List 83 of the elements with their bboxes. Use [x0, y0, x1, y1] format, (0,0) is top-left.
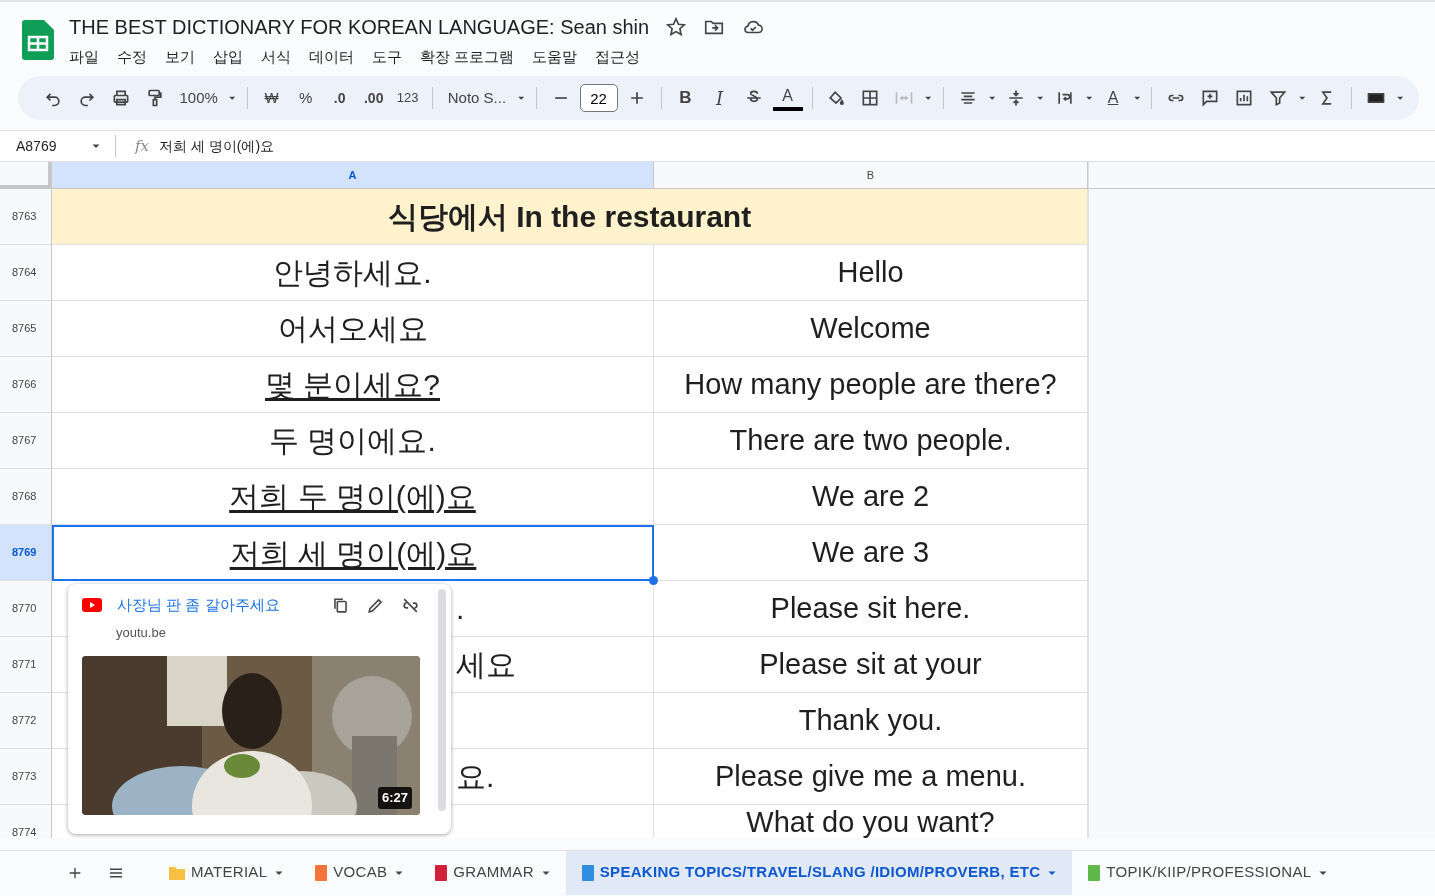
menu-item[interactable]: 삽입 — [204, 44, 252, 71]
menu-item[interactable]: 서식 — [252, 44, 300, 71]
filter-icon[interactable] — [1268, 88, 1289, 108]
paint-format-icon[interactable] — [145, 88, 165, 108]
formula-field[interactable]: 저희 세 명이(에)요 — [159, 135, 275, 157]
column-header[interactable]: B — [654, 162, 1088, 189]
row-header[interactable]: 8770 — [0, 581, 52, 637]
video-play-icon — [82, 598, 102, 613]
sheet-tab[interactable]: VOCAB — [299, 850, 420, 895]
table-cell: How many people are there? — [684, 369, 1057, 399]
menu-item[interactable]: 파일 — [69, 44, 108, 71]
fill-handle[interactable] — [649, 576, 658, 585]
row-header[interactable]: 8772 — [0, 693, 52, 749]
scrollbar-thumb[interactable] — [438, 589, 446, 811]
decrease-decimal-button[interactable]: .0 — [324, 83, 355, 113]
table-cell: Please sit here. — [770, 593, 971, 623]
text-color-button[interactable]: A — [772, 85, 803, 111]
menu-item[interactable]: 데이터 — [300, 44, 363, 71]
document-title[interactable]: THE BEST DICTIONARY FOR KOREAN LANGUAGE: Sean shin — [69, 14, 650, 40]
selected-cell[interactable]: 저희 세 명이(에)요 — [52, 525, 654, 581]
name-box[interactable]: A8769 — [16, 135, 57, 157]
table-cell: Thank you. — [798, 705, 943, 735]
table-cell-text: 세요 — [456, 647, 516, 683]
star-icon[interactable] — [665, 16, 688, 38]
fill-color-icon[interactable] — [826, 88, 847, 108]
row-header[interactable]: 8767 — [0, 413, 52, 469]
table-cell: Welcome — [810, 313, 931, 343]
comment-icon[interactable] — [1200, 88, 1221, 108]
row-header[interactable]: 8773 — [0, 749, 52, 805]
row-header[interactable]: 8774 — [0, 805, 52, 838]
video-duration: 6:27 — [377, 787, 412, 809]
fx-label: fx — [135, 135, 149, 157]
font-size-field[interactable]: 22 — [579, 84, 618, 112]
column-header[interactable]: A — [52, 162, 654, 189]
row-header[interactable]: 8766 — [0, 357, 52, 413]
menu-item[interactable]: 수정 — [108, 44, 156, 71]
table-cell: Hello — [837, 257, 904, 287]
table-cell: There are two people. — [729, 425, 1012, 455]
sheet-tab[interactable]: TOPIK/KIIP/PROFESSIONAL — [1072, 850, 1344, 895]
table-cell: Please sit at your — [759, 649, 982, 679]
row-header[interactable]: 8764 — [0, 245, 52, 301]
borders-icon[interactable] — [860, 88, 881, 108]
print-icon[interactable] — [111, 88, 131, 108]
italic-button[interactable]: I — [704, 83, 735, 113]
currency-button[interactable]: ₩ — [256, 83, 287, 113]
menu-item[interactable]: 도구 — [363, 44, 411, 71]
row-header[interactable]: 8763 — [0, 189, 52, 245]
table-cell-text: 안녕하세요. — [273, 255, 432, 291]
bold-button[interactable]: B — [670, 83, 701, 113]
link-domain: youtu.be — [116, 623, 166, 642]
menu-item[interactable]: 도움말 — [523, 44, 587, 71]
link-title[interactable]: 사장님 판 좀 갈아주세요 — [117, 594, 317, 617]
copy-icon[interactable] — [331, 595, 350, 615]
table-cell: We are 2 — [811, 481, 930, 511]
menu-item[interactable]: 보기 — [156, 44, 204, 71]
row-header[interactable]: 8768 — [0, 469, 52, 525]
zoom-select[interactable]: 100% — [174, 83, 224, 113]
table-cell-text: 두 명이에요. — [269, 423, 436, 459]
table-cell: We are 3 — [811, 537, 930, 567]
link-cell-text[interactable]: 몇 분이세요? — [265, 362, 440, 407]
table-cell: What do you want? — [746, 807, 995, 837]
sheet-tab[interactable]: SPEAKING TOPICS/TRAVEL/SLANG /IDIOM/PROVERB, ETC — [565, 850, 1073, 895]
row-header[interactable]: 8771 — [0, 637, 52, 693]
menu-item[interactable]: 확장 프로그램 — [411, 44, 524, 71]
sheet-tab[interactable]: GRAMMAR — [419, 850, 566, 895]
table-cell: Please give me a menu. — [714, 761, 1027, 791]
table-cell-text: 어서오세요 — [277, 311, 428, 347]
percent-button[interactable]: % — [290, 83, 321, 113]
table-cell-text: 요. — [456, 759, 495, 795]
table-cell-text: . — [456, 591, 465, 627]
link-cell-text[interactable]: 저희 세 명이(에)요 — [229, 530, 477, 576]
chart-icon[interactable] — [1234, 88, 1255, 108]
row-header[interactable]: 8765 — [0, 301, 52, 357]
increase-decimal-button[interactable]: .00 — [358, 83, 389, 113]
row-header[interactable]: 8769 — [0, 525, 52, 581]
font-select[interactable]: Noto S... — [441, 83, 513, 113]
sheet-tab[interactable]: MATERIAL — [153, 850, 300, 895]
menu-item[interactable]: 접근성 — [586, 44, 650, 71]
text-rotation-button[interactable]: A — [1098, 83, 1128, 113]
link-cell-text[interactable]: 저희 두 명이(에)요 — [229, 474, 476, 519]
heading-cell: 식당에서 In the restaurant — [52, 189, 1088, 245]
more-formats-button[interactable]: 123 — [392, 83, 423, 113]
sheets-logo-icon[interactable] — [22, 20, 54, 60]
